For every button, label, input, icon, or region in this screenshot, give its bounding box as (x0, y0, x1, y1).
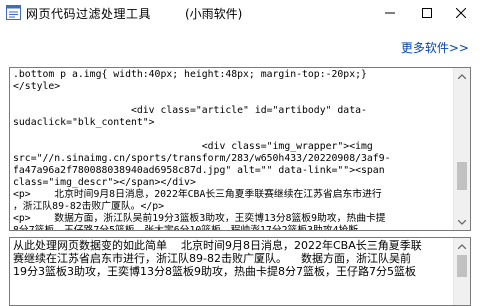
scroll-down-arrow-icon[interactable] (454, 214, 470, 230)
code-line: fa47a96a2f780088038940ad6958c87d.jpg" al… (13, 165, 385, 176)
scroll-up-arrow-icon[interactable] (454, 68, 470, 84)
output-textarea[interactable]: 从此处理网页数据变的如此简单 北京时间9月8日消息，2022年CBA长三角夏季联… (9, 237, 471, 306)
code-scrollbar[interactable] (453, 68, 470, 230)
output-line: 从此处理网页数据变的如此简单 北京时间9月8日消息，2022年CBA长三角夏季联 (13, 239, 422, 252)
scroll-up-arrow-icon[interactable] (454, 238, 470, 254)
code-line: class="img_descr"></span></div> (13, 177, 196, 188)
output-scrollbar[interactable] (453, 238, 470, 305)
code-line: ，浙江队89-82击败广厦队。</p> (13, 201, 165, 212)
maximize-icon (422, 7, 432, 18)
code-text: .bottom p a.img{ width:40px; height:48px… (13, 69, 451, 231)
window-title: 网页代码过滤处理工具 (26, 7, 152, 21)
app-icon (6, 5, 21, 20)
code-line: <div class="article" id="artibody" data- (13, 105, 367, 116)
minimize-icon (385, 8, 395, 18)
code-line: .bottom p a.img{ width:40px; height:48px… (13, 69, 367, 80)
more-software-link[interactable]: 更多软件>> (401, 39, 469, 56)
code-line: sudaclick="blk_content"> (13, 117, 155, 128)
window-author: (小雨软件) (185, 7, 243, 21)
code-line: <p> 数据方面，浙江队吴前19分3篮板3助攻，王奕博13分8篮板9助攻，热曲卡… (13, 213, 386, 224)
code-line: src="//n.sinaimg.cn/sports/transform/283… (13, 153, 391, 164)
code-line: </style> (13, 81, 61, 92)
close-button[interactable] (446, 0, 476, 25)
minimize-button[interactable] (375, 0, 405, 25)
maximize-button[interactable] (412, 0, 442, 25)
output-scroll-thumb[interactable] (457, 255, 467, 277)
output-line: 赛继续在江苏省启东市进行，浙江队89-82击败广厦队。 数据方面，浙江队吴前 (13, 252, 411, 265)
code-scroll-thumb[interactable] (457, 161, 467, 190)
output-text: 从此处理网页数据变的如此简单 北京时间9月8日消息，2022年CBA长三角夏季联… (13, 239, 451, 278)
close-icon (456, 7, 466, 18)
code-line: <p> 北京时间9月8日消息，2022年CBA长三角夏季联赛继续在江苏省启东市进… (13, 189, 382, 200)
title-bar[interactable]: 网页代码过滤处理工具 (小雨软件) (0, 0, 483, 25)
code-line: 8分7篮板，王仔路7分5篮板，张大宇6分10篮板，程帅澎17分2篮板3助攻4抢断… (13, 225, 368, 231)
output-line: 19分3篮板3助攻，王奕博13分8篮板9助攻，热曲卡提8分7篮板，王仔路7分5篮… (13, 265, 416, 278)
code-textarea[interactable]: .bottom p a.img{ width:40px; height:48px… (9, 67, 471, 231)
code-line: <div class="img_wrapper"><img (13, 141, 373, 152)
